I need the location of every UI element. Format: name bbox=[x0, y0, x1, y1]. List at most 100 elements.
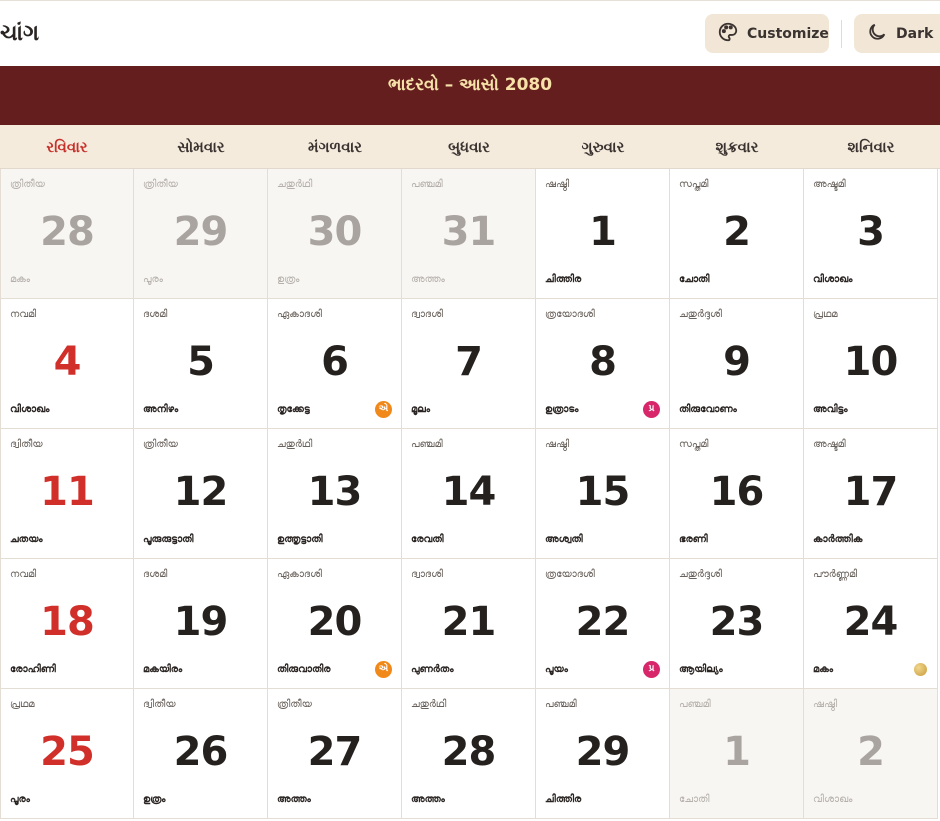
day-cell[interactable]: നവമി 18 രോഹിണി bbox=[0, 559, 134, 689]
day-number: 20 bbox=[307, 599, 363, 645]
day-cell[interactable]: അഷ്ടമി 3 വിശാഖം bbox=[804, 169, 938, 299]
tithi-label: ത്രിതീയ bbox=[277, 699, 312, 710]
moon-icon bbox=[866, 21, 896, 47]
day-cell[interactable]: ഏകാദശി 20 തിരുവാതിര એ bbox=[268, 559, 402, 689]
tithi-label: ദശമി bbox=[143, 309, 168, 320]
day-cell[interactable]: ത്രിതീയ 12 പൂരുരുട്ടാതി bbox=[134, 429, 268, 559]
tithi-label: പഞ്ചമി bbox=[411, 439, 443, 450]
tithi-label: പ്രഥമ bbox=[10, 699, 35, 710]
tithi-label: ദ്വാദശി bbox=[411, 569, 443, 580]
day-number: 2 bbox=[857, 729, 885, 775]
day-number: 11 bbox=[40, 469, 95, 515]
tithi-label: ഏകാദശി bbox=[277, 569, 322, 580]
day-cell[interactable]: ദശമി 19 മകയിരം bbox=[134, 559, 268, 689]
day-cell[interactable]: ത്രിതീയ 28 മകം bbox=[0, 169, 134, 299]
day-cell[interactable]: ഷഷ്ഠി 1 ചിത്തിര bbox=[536, 169, 670, 299]
day-number: 16 bbox=[709, 469, 765, 515]
nakshatra-label: തിരുവോണം bbox=[679, 404, 737, 415]
day-number: 27 bbox=[307, 729, 363, 775]
day-number: 7 bbox=[455, 339, 483, 385]
ekadashi-badge: એ bbox=[375, 661, 392, 678]
day-cell[interactable]: ത്രിതീയ 27 അത്തം bbox=[268, 689, 402, 819]
day-number: 19 bbox=[173, 599, 229, 645]
toolbar-divider bbox=[841, 20, 842, 48]
day-number: 4 bbox=[53, 339, 82, 385]
nakshatra-label: മകം bbox=[10, 274, 31, 285]
day-cell[interactable]: ചതുർഥി 13 ഉത്തൃട്ടാതി bbox=[268, 429, 402, 559]
day-cell[interactable]: സപ്തമി 2 ചോതി bbox=[670, 169, 804, 299]
day-cell[interactable]: പഞ്ചമി 31 അത്തം bbox=[402, 169, 536, 299]
day-number: 25 bbox=[40, 729, 95, 775]
customize-button[interactable]: Customize bbox=[705, 14, 829, 53]
calendar-grid: ത്രിതീയ 28 മകം ത്രിതീയ 29 പൂരം ചതുർഥി 30 ഉത്രം പഞ… bbox=[0, 169, 940, 821]
weekday-header: રવિવાર સોમવાર મંગળવાર બુધવાર ગુરુવાર શુક… bbox=[0, 125, 940, 169]
dark-mode-button[interactable]: Dark bbox=[854, 14, 940, 53]
day-cell[interactable]: പഞ്ചമി 1 ചോതി bbox=[670, 689, 804, 819]
tithi-label: നവമി bbox=[10, 569, 37, 580]
day-cell[interactable]: ത്രിതീയ 29 പൂരം bbox=[134, 169, 268, 299]
day-cell[interactable]: നവമി 4 വിശാഖം bbox=[0, 299, 134, 429]
day-cell[interactable]: ചതുർഥി 30 ഉത്രം bbox=[268, 169, 402, 299]
day-number: 1 bbox=[589, 209, 617, 255]
day-cell[interactable]: ചതുർഥി 28 അത്തം bbox=[402, 689, 536, 819]
day-number: 28 bbox=[40, 209, 95, 255]
nakshatra-label: പൂയം bbox=[545, 664, 568, 675]
weekday-wednesday: બુધવાર bbox=[448, 138, 490, 156]
day-cell[interactable]: ഏകാദശി 6 തൃക്കേട്ട એ bbox=[268, 299, 402, 429]
tithi-label: അഷ്ടമി bbox=[813, 439, 846, 450]
nakshatra-label: ചോതി bbox=[679, 794, 710, 805]
day-cell[interactable]: ഷഷ്ഠി 15 അശ്വതി bbox=[536, 429, 670, 559]
tithi-label: ത്രിതീയ bbox=[10, 179, 45, 190]
nakshatra-label: മകം bbox=[813, 664, 834, 675]
day-cell[interactable]: ചതുർദ്ദശി 23 ആയില്യം bbox=[670, 559, 804, 689]
tithi-label: ദ്വാദശി bbox=[411, 309, 443, 320]
day-number: 1 bbox=[723, 729, 751, 775]
top-bar: ચાંગ Customize Dark bbox=[0, 0, 940, 66]
nakshatra-label: ചോതി bbox=[679, 274, 710, 285]
nakshatra-label: അശ്വതി bbox=[545, 534, 583, 545]
day-cell[interactable]: ദ്വാദശി 7 മൂലം bbox=[402, 299, 536, 429]
dark-mode-label: Dark bbox=[896, 25, 934, 42]
day-cell[interactable]: സപ്തമി 16 ഭരണി bbox=[670, 429, 804, 559]
day-cell[interactable]: പഞ്ചമി 14 രേവതി bbox=[402, 429, 536, 559]
day-cell[interactable]: പഞ്ചമി 29 ചിത്തിര bbox=[536, 689, 670, 819]
day-cell[interactable]: ഷഷ്ഠി 2 വിശാഖം bbox=[804, 689, 938, 819]
nakshatra-label: മകയിരം bbox=[143, 664, 183, 675]
day-cell[interactable]: പ്രഥമ 25 പൂരം bbox=[0, 689, 134, 819]
day-number: 28 bbox=[441, 729, 497, 775]
day-cell[interactable]: ദ്വിതീയ 11 ചതയം bbox=[0, 429, 134, 559]
day-cell[interactable]: ദശമി 5 അനിഴം bbox=[134, 299, 268, 429]
day-cell[interactable]: ദ്വിതീയ 26 ഉത്രം bbox=[134, 689, 268, 819]
day-number: 22 bbox=[575, 599, 631, 645]
tithi-label: ചതുർഥി bbox=[411, 699, 447, 710]
ekadashi-badge: એ bbox=[375, 401, 392, 418]
tithi-label: ചതുർദ്ദശി bbox=[679, 309, 722, 320]
day-cell[interactable]: അഷ്ടമി 17 കാർത്തിക bbox=[804, 429, 938, 559]
day-cell[interactable]: ത്രയോദശി 22 പൂയം પ્ર bbox=[536, 559, 670, 689]
weekday-sunday: રવિવાર bbox=[46, 138, 88, 156]
weekday-monday: સોમવાર bbox=[177, 138, 225, 156]
day-number: 23 bbox=[709, 599, 765, 645]
day-cell[interactable]: ചതുർദ്ദശി 9 തിരുവോണം bbox=[670, 299, 804, 429]
tithi-label: ദ്വിതീയ bbox=[10, 439, 43, 450]
nakshatra-label: മൂലം bbox=[411, 404, 431, 415]
nakshatra-label: അത്തം bbox=[277, 794, 311, 805]
day-number: 10 bbox=[843, 339, 899, 385]
day-cell[interactable]: പൗർണ്ണമി 24 മകം bbox=[804, 559, 938, 689]
tithi-label: നവമി bbox=[10, 309, 37, 320]
tithi-label: ദ്വിതീയ bbox=[143, 699, 176, 710]
nakshatra-label: ചിത്തിര bbox=[545, 274, 582, 285]
day-number: 13 bbox=[307, 469, 363, 515]
day-cell[interactable]: ത്രയോദശി 8 ഉത്രാടം પ્ર bbox=[536, 299, 670, 429]
nakshatra-label: രോഹിണി bbox=[10, 664, 56, 675]
tithi-label: സപ്തമി bbox=[679, 439, 709, 450]
tithi-label: ത്രയോദശി bbox=[545, 309, 595, 320]
day-cell[interactable]: ദ്വാദശി 21 പുണർതം bbox=[402, 559, 536, 689]
day-cell[interactable]: പ്രഥമ 10 അവിട്ടം bbox=[804, 299, 938, 429]
tithi-label: ഷഷ്ഠി bbox=[545, 439, 570, 450]
nakshatra-label: പൂരം bbox=[10, 794, 30, 805]
tithi-label: പ്രഥമ bbox=[813, 309, 838, 320]
day-number: 31 bbox=[441, 209, 497, 255]
pradosh-badge: પ્ર bbox=[643, 401, 660, 418]
nakshatra-label: ഭരണി bbox=[679, 534, 708, 545]
